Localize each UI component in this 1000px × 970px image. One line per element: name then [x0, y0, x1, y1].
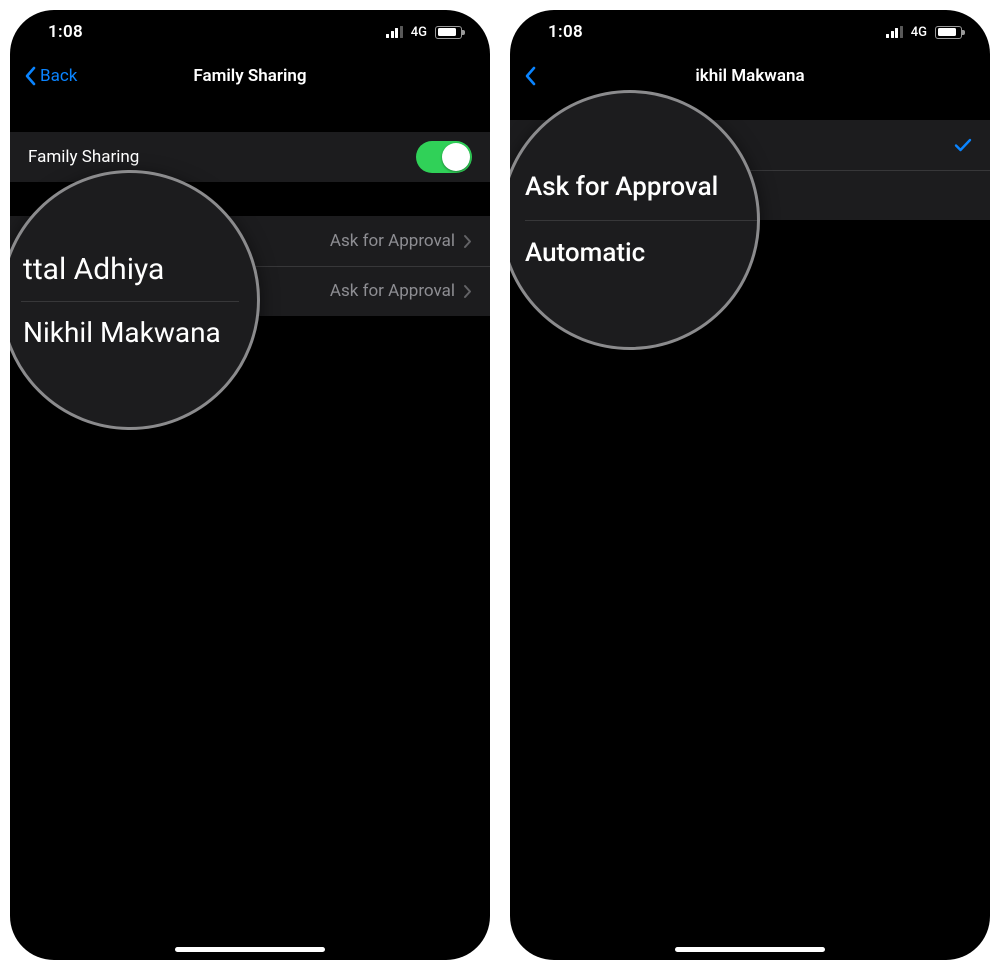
home-indicator[interactable] — [675, 947, 825, 952]
family-sharing-toggle-row[interactable]: Family Sharing — [10, 132, 490, 182]
lens-text-line: Ask for Approval — [510, 154, 757, 220]
back-button[interactable] — [510, 66, 536, 86]
lens-text-line: Nikhil Makwana — [10, 302, 257, 363]
phone-screenshot-left: 1:08 4G Back Family Sharing Family Shari… — [10, 10, 490, 960]
back-label: Back — [40, 66, 77, 86]
network-type: 4G — [411, 25, 427, 40]
navigation-bar: ikhil Makwana — [510, 54, 990, 98]
nav-title: Family Sharing — [10, 66, 490, 86]
status-bar: 1:08 4G — [510, 10, 990, 54]
status-time: 1:08 — [48, 22, 83, 42]
status-time: 1:08 — [548, 22, 583, 42]
member-approval-value: Ask for Approval — [330, 231, 455, 251]
lens-text-line: ttal Adhiya — [10, 238, 257, 301]
chevron-right-icon — [463, 234, 472, 249]
chevron-left-icon — [524, 66, 536, 86]
chevron-right-icon — [463, 284, 472, 299]
zoom-lens: Ask for Approval Automatic — [510, 90, 760, 350]
checkmark-icon — [954, 137, 972, 153]
back-button[interactable]: Back — [10, 66, 77, 86]
cellular-signal-icon — [386, 26, 403, 38]
phone-screenshot-right: 1:08 4G ikhil Makwana Ask for Approval A… — [510, 10, 990, 960]
status-bar: 1:08 4G — [10, 10, 490, 54]
cellular-signal-icon — [886, 26, 903, 38]
battery-icon — [435, 26, 462, 39]
home-indicator[interactable] — [175, 947, 325, 952]
nav-title: ikhil Makwana — [510, 66, 990, 86]
toggle-switch[interactable] — [416, 141, 472, 173]
status-indicators: 4G — [886, 25, 962, 40]
battery-icon — [935, 26, 962, 39]
member-approval-value: Ask for Approval — [330, 281, 455, 301]
zoom-lens: ttal Adhiya Nikhil Makwana — [10, 170, 260, 430]
toggle-label: Family Sharing — [28, 147, 139, 167]
network-type: 4G — [911, 25, 927, 40]
chevron-left-icon — [24, 66, 36, 86]
status-indicators: 4G — [386, 25, 462, 40]
lens-text-line: Automatic — [510, 220, 757, 286]
navigation-bar: Back Family Sharing — [10, 54, 490, 98]
